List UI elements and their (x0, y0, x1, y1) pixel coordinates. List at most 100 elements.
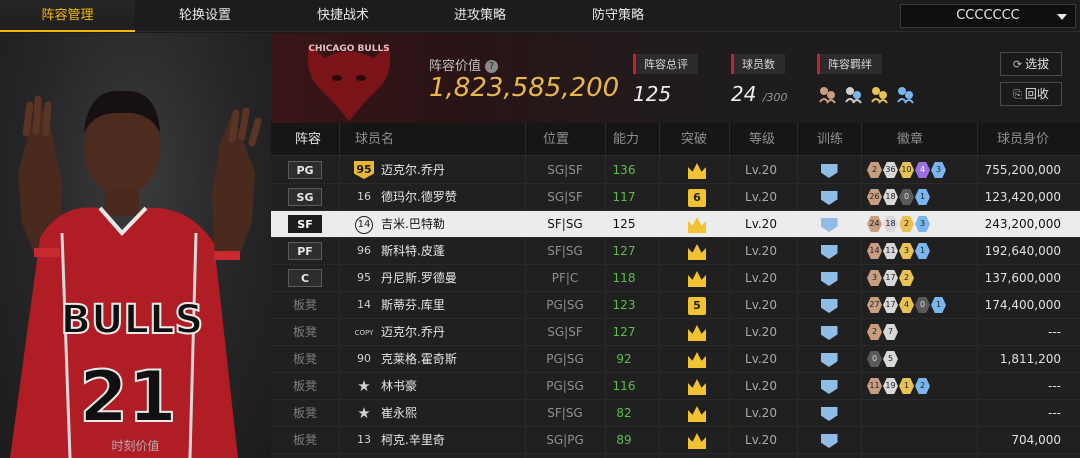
bond-icons[interactable] (817, 84, 915, 104)
table-row[interactable]: 板凳 13 柯克.辛里奇 SG|PG 89 Lv.20 704,000 (271, 427, 1080, 454)
breakthrough-cell[interactable] (673, 211, 721, 238)
badge-count[interactable]: 1 (931, 297, 946, 313)
bond-silver-icon[interactable] (843, 84, 863, 104)
badge-count[interactable]: 11 (883, 243, 898, 259)
bond-gold-icon[interactable] (869, 84, 889, 104)
player-name[interactable]: 斯蒂芬.库里 (381, 292, 531, 319)
col-badges[interactable]: 徽章 (897, 123, 923, 156)
breakthrough-cell[interactable] (673, 400, 721, 427)
badge-count[interactable]: 1 (915, 189, 930, 205)
player-name[interactable]: 斯科特.皮蓬 (381, 238, 531, 265)
breakthrough-cell[interactable] (673, 238, 721, 265)
col-breakthrough[interactable]: 突破 (681, 123, 707, 156)
table-row[interactable]: 板凳 COPY 迈克尔.乔丹 SG|SF 127 Lv.20 27 --- (271, 319, 1080, 346)
tab-rotation-settings[interactable]: 轮换设置 (145, 0, 265, 32)
badge-count[interactable]: 18 (883, 216, 898, 232)
player-name[interactable]: 迈克尔.乔丹 (381, 157, 531, 184)
badge-count[interactable]: 4 (915, 162, 930, 178)
badge-count[interactable]: 11 (867, 378, 882, 394)
col-salary[interactable]: 球员身价 (997, 123, 1049, 156)
badge-count[interactable]: 3 (915, 216, 930, 232)
breakthrough-cell[interactable]: 5 (673, 292, 721, 319)
badge-count[interactable]: 0 (899, 189, 914, 205)
badge-count[interactable]: 24 (867, 216, 882, 232)
badge-count[interactable]: 5 (883, 351, 898, 367)
col-lineup[interactable]: 阵容 (295, 123, 321, 156)
badge-count[interactable]: 4 (899, 297, 914, 313)
badge-count[interactable]: 3 (899, 243, 914, 259)
table-row[interactable]: PF 96 斯科特.皮蓬 SF|SG 127 Lv.20 14 11 3 1 192,… (271, 238, 1080, 265)
training-cell[interactable] (814, 373, 844, 400)
bond-bronze-icon[interactable] (817, 84, 837, 104)
table-row[interactable]: SF 14 吉米.巴特勒 SF|SG 125 Lv.20 24 18 2 3 243,… (271, 211, 1080, 238)
badge-count[interactable]: 1 (915, 243, 930, 259)
position-slot[interactable]: PG (288, 161, 322, 179)
training-cell[interactable] (814, 319, 844, 346)
badge-count[interactable]: 17 (883, 270, 898, 286)
badge-count[interactable]: 0 (915, 297, 930, 313)
breakthrough-cell[interactable] (673, 265, 721, 292)
player-name[interactable]: 丹尼斯.罗德曼 (381, 265, 531, 292)
breakthrough-cell[interactable] (673, 427, 721, 454)
badge-count[interactable]: 2 (915, 378, 930, 394)
badge-count[interactable]: 18 (883, 189, 898, 205)
tab-lineup-management[interactable]: 阵容管理 (0, 0, 135, 32)
table-row[interactable]: 板凳 90 克莱格.霍奇斯 PG|SG 92 Lv.20 05 1,811,20… (271, 346, 1080, 373)
training-cell[interactable] (814, 400, 844, 427)
table-row[interactable]: 板凳 14 斯蒂芬.库里 PG|SG 123 5 Lv.20 27 17 4 0 1 1… (271, 292, 1080, 319)
player-name[interactable]: 克莱格.霍奇斯 (381, 346, 531, 373)
table-row[interactable]: C 95 丹尼斯.罗德曼 PF|C 118 Lv.20 3 17 2 137,600… (271, 265, 1080, 292)
breakthrough-cell[interactable]: 6 (673, 184, 721, 211)
badge-count[interactable]: 14 (867, 243, 882, 259)
tab-offense-strategy[interactable]: 进攻策略 (420, 0, 540, 32)
player-name[interactable]: 崔永熙 (381, 400, 531, 427)
bond-blue-icon[interactable] (895, 84, 915, 104)
badge-count[interactable]: 3 (931, 162, 946, 178)
player-name[interactable]: 德玛尔.德罗赞 (381, 184, 531, 211)
badge-count[interactable]: 27 (867, 297, 882, 313)
badge-count[interactable]: 10 (899, 162, 914, 178)
col-level[interactable]: 等级 (749, 123, 775, 156)
col-training[interactable]: 训练 (817, 123, 843, 156)
badge-count[interactable]: 7 (883, 324, 898, 340)
breakthrough-cell[interactable] (673, 157, 721, 184)
breakthrough-cell[interactable] (673, 373, 721, 400)
table-row[interactable]: 板凳 ★ 林书豪 PG|SG 116 Lv.20 11 19 1 2 --- (271, 373, 1080, 400)
training-cell[interactable] (814, 157, 844, 184)
badge-count[interactable]: 36 (883, 162, 898, 178)
help-icon[interactable]: ? (485, 60, 499, 73)
position-slot[interactable]: PF (288, 242, 322, 260)
breakthrough-cell[interactable] (673, 319, 721, 346)
recycle-button[interactable]: ⎘ 回收 (1000, 82, 1062, 106)
player-name[interactable]: 迈克尔.乔丹 (381, 319, 531, 346)
player-name[interactable]: 柯克.辛里奇 (381, 427, 531, 454)
table-row[interactable]: 板凳 ★ 崔永熙 SF|SG 82 Lv.20 --- (271, 400, 1080, 427)
training-cell[interactable] (814, 238, 844, 265)
badge-count[interactable]: 1 (899, 378, 914, 394)
badge-count[interactable]: 26 (867, 189, 882, 205)
breakthrough-cell[interactable] (673, 346, 721, 373)
training-cell[interactable] (814, 184, 844, 211)
position-slot[interactable]: SF (288, 215, 322, 233)
player-name[interactable]: 林书豪 (381, 373, 531, 400)
badge-count[interactable]: 19 (883, 378, 898, 394)
position-slot[interactable]: C (288, 269, 322, 287)
table-row[interactable]: PG 95 迈克尔.乔丹 SG|SF 136 Lv.20 2 36 10 4 3 755… (271, 157, 1080, 184)
badge-count[interactable]: 3 (867, 270, 882, 286)
training-cell[interactable] (814, 427, 844, 454)
account-dropdown[interactable]: CCCCCCC (900, 4, 1076, 28)
position-slot[interactable]: SG (288, 188, 322, 206)
training-cell[interactable] (814, 211, 844, 238)
tab-defense-strategy[interactable]: 防守策略 (558, 0, 678, 32)
table-row[interactable]: SG 16 德玛尔.德罗赞 SG|SF 117 6 Lv.20 26 18 0 1 1… (271, 184, 1080, 211)
col-ability[interactable]: 能力 (613, 123, 639, 156)
player-name[interactable]: 吉米.巴特勒 (381, 211, 531, 238)
tab-quick-tactics[interactable]: 快捷战术 (283, 0, 403, 32)
badge-count[interactable]: 2 (867, 324, 882, 340)
badge-count[interactable]: 17 (883, 297, 898, 313)
badge-count[interactable]: 2 (867, 162, 882, 178)
select-button[interactable]: ⟳ 选拔 (1000, 52, 1062, 76)
col-position[interactable]: 位置 (543, 123, 569, 156)
training-cell[interactable] (814, 292, 844, 319)
badge-count[interactable]: 2 (899, 270, 914, 286)
